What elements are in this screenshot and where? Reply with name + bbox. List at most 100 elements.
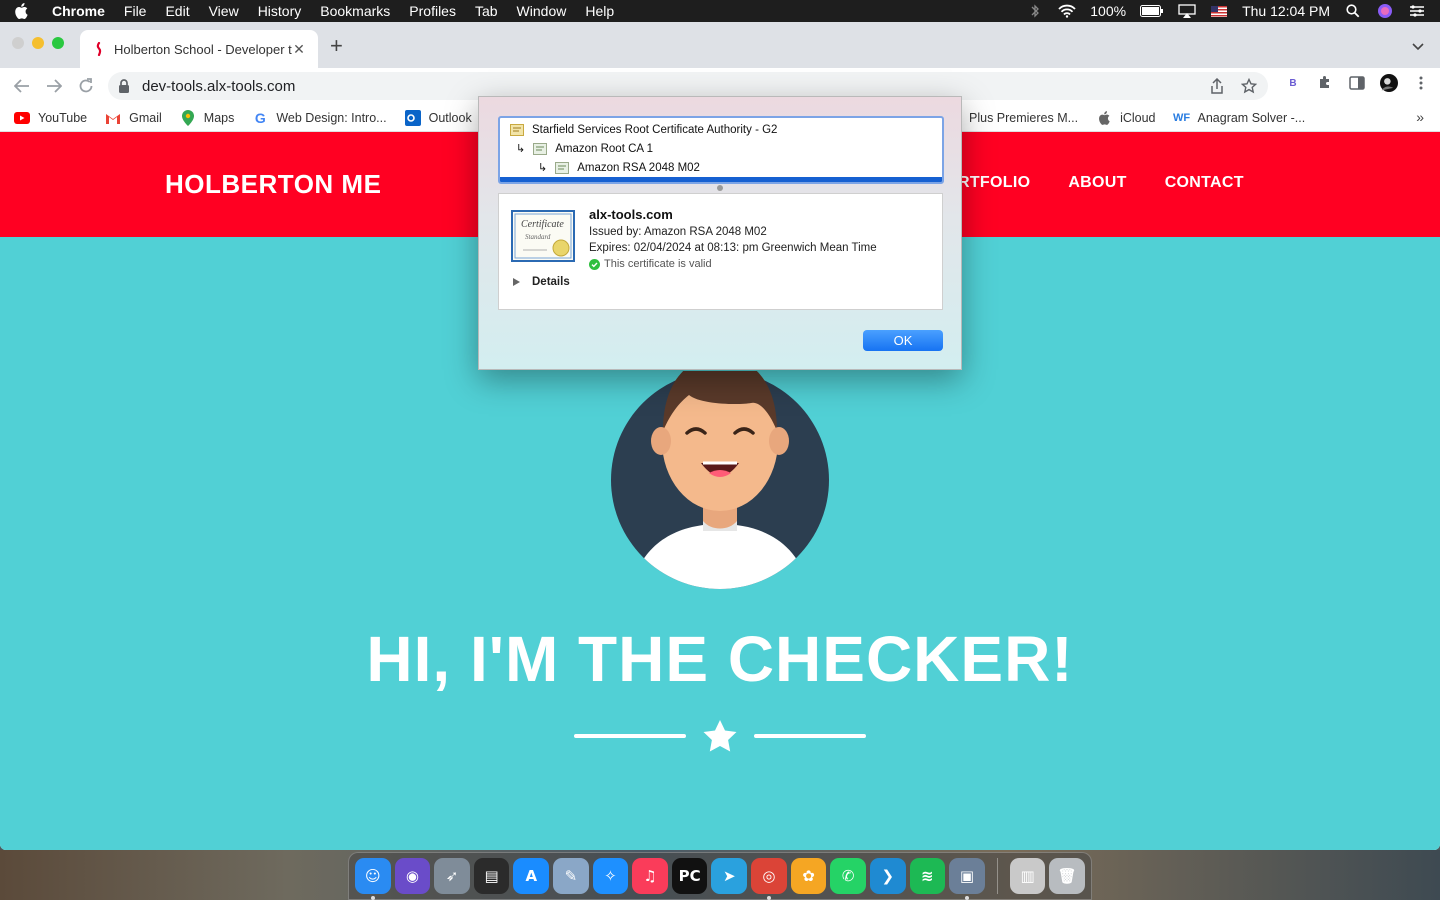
bookmark-youtube[interactable]: YouTube (14, 110, 87, 126)
telegram-icon[interactable]: ➤ (711, 858, 748, 894)
menu-bar: Chrome File Edit View History Bookmarks … (0, 0, 1440, 22)
share-icon[interactable] (1208, 77, 1226, 95)
spotlight-search-icon[interactable] (1344, 4, 1362, 18)
menu-bookmarks[interactable]: Bookmarks (320, 3, 390, 19)
chrome-icon[interactable]: ◎ (751, 858, 787, 900)
wifi-icon[interactable] (1058, 4, 1076, 18)
bookmark-maps[interactable]: Maps (180, 109, 235, 126)
apple-menu-icon[interactable] (14, 3, 30, 19)
chain-item-issuer[interactable]: ↳ Amazon RSA 2048 M02 (538, 158, 700, 177)
youtube-icon (14, 110, 30, 126)
ok-button[interactable]: OK (863, 330, 943, 351)
bookmark-label: Plus Premieres M... (969, 111, 1079, 125)
menu-history[interactable]: History (258, 3, 302, 19)
bookmark-outlook[interactable]: Outlook (404, 109, 472, 126)
clock[interactable]: Thu 12:04 PM (1242, 3, 1330, 19)
certificate-badge-title: Certificate (521, 219, 564, 230)
running-indicator (371, 896, 375, 900)
tab-strip: Holberton School - Developer t ✕ + (0, 22, 1440, 68)
menu-edit[interactable]: Edit (165, 3, 189, 19)
star-icon (702, 719, 738, 758)
nav-contact[interactable]: CONTACT (1165, 174, 1244, 192)
apple-icon (1096, 110, 1112, 126)
site-brand[interactable]: HOLBERTON ME (165, 169, 381, 200)
disclosure-triangle-icon[interactable] (513, 278, 520, 286)
lock-icon[interactable] (118, 79, 132, 93)
flag-us-icon[interactable] (1210, 4, 1228, 18)
siri-status-icon[interactable] (1376, 4, 1394, 18)
minimize-window-button[interactable] (32, 37, 44, 49)
certificate-icon (533, 142, 548, 155)
chrome-menu-icon[interactable] (1412, 74, 1430, 92)
app-store-icon[interactable]: A (513, 858, 550, 894)
launchpad-icon[interactable]: ➶ (434, 858, 470, 894)
close-tab-icon[interactable]: ✕ (292, 42, 306, 56)
back-button[interactable] (8, 72, 36, 100)
split-view-handle[interactable] (717, 185, 723, 191)
chain-item-intermediate[interactable]: ↳ Amazon Root CA 1 (516, 139, 653, 158)
side-panel-icon[interactable] (1348, 74, 1366, 92)
music-icon[interactable]: ♫ (632, 858, 668, 894)
menu-app-name[interactable]: Chrome (52, 3, 105, 19)
tab-active[interactable]: Holberton School - Developer t ✕ (80, 30, 318, 68)
menu-profiles[interactable]: Profiles (409, 3, 456, 19)
url-text[interactable]: dev-tools.alx-tools.com (142, 78, 1194, 95)
finder-icon[interactable]: ☺ (355, 858, 391, 900)
downloads-stack-icon[interactable]: ▥ (1009, 858, 1046, 894)
menu-file[interactable]: File (124, 3, 147, 19)
trash-icon[interactable]: 🗑 (1049, 858, 1085, 894)
zoom-window-button[interactable] (52, 37, 64, 49)
forward-button[interactable] (40, 72, 68, 100)
bookmark-gmail[interactable]: Gmail (105, 110, 162, 126)
hero-title: HI, I'M THE CHECKER! (366, 623, 1074, 695)
bitwarden-extension-icon[interactable]: B (1284, 74, 1302, 92)
wf-icon: WF (1172, 112, 1191, 124)
safari-icon[interactable]: ✧ (592, 858, 629, 894)
bookmarks-overflow-button[interactable]: » (1416, 109, 1424, 125)
bookmark-web-design[interactable]: G Web Design: Intro... (252, 110, 387, 126)
bookmark-anagram-solver[interactable]: WF Anagram Solver -... (1172, 110, 1306, 126)
extensions-puzzle-icon[interactable] (1316, 74, 1334, 92)
close-window-button[interactable] (12, 37, 24, 49)
photos-icon[interactable]: ✿ (790, 858, 827, 894)
reload-button[interactable] (72, 72, 100, 100)
new-tab-button[interactable]: + (330, 35, 343, 57)
chain-item-selected-leaf[interactable] (500, 177, 942, 182)
certificate-chain-list[interactable]: Starfield Services Root Certificate Auth… (498, 116, 944, 184)
bookmark-label: Anagram Solver -... (1197, 111, 1306, 125)
chain-label: Starfield Services Root Certificate Auth… (532, 123, 778, 136)
dock: ☺ ◉ ➶ ▤ A ✎ ✧ ♫ PC ➤ ◎ ✿ ✆ ❯ ≋ ▣ ▥ 🗑 (348, 852, 1092, 900)
menu-view[interactable]: View (209, 3, 239, 19)
bookmark-plus-premieres[interactable]: Plus Premieres M... (955, 110, 1078, 126)
spotify-icon[interactable]: ≋ (909, 858, 946, 894)
nav-about[interactable]: ABOUT (1068, 174, 1126, 192)
whatsapp-icon[interactable]: ✆ (830, 858, 866, 894)
details-label: Details (532, 276, 570, 288)
bluetooth-icon[interactable] (1026, 4, 1044, 18)
certificate-validity: This certificate is valid (589, 258, 712, 270)
bookmark-label: Maps (203, 110, 235, 125)
vscode-icon[interactable]: ❯ (869, 858, 906, 894)
chain-item-root[interactable]: Starfield Services Root Certificate Auth… (510, 120, 777, 139)
chain-arrow-icon: ↳ (516, 143, 526, 155)
extensions-area: B (1284, 74, 1430, 92)
menu-help[interactable]: Help (585, 3, 614, 19)
pycharm-icon[interactable]: PC (671, 858, 708, 894)
airplay-icon[interactable] (1178, 4, 1196, 18)
bookmark-star-icon[interactable] (1240, 77, 1258, 95)
siri-icon[interactable]: ◉ (394, 858, 431, 894)
tab-search-chevron-icon[interactable] (1412, 38, 1424, 56)
image-capture-icon[interactable]: ▣ (949, 858, 985, 900)
menu-tab[interactable]: Tab (475, 3, 498, 19)
bookmark-icloud[interactable]: iCloud (1096, 110, 1156, 126)
details-disclosure[interactable]: Details (513, 276, 570, 288)
control-center-icon[interactable] (1408, 4, 1426, 18)
preview-icon[interactable]: ✎ (553, 858, 589, 894)
valid-check-icon (589, 258, 600, 270)
battery-icon[interactable] (1140, 4, 1164, 18)
profile-avatar[interactable] (1380, 74, 1398, 92)
menu-window[interactable]: Window (517, 3, 567, 19)
nav-portfolio[interactable]: RTFOLIO (958, 174, 1030, 192)
activity-monitor-icon[interactable]: ▤ (473, 858, 510, 894)
maps-icon (180, 109, 196, 126)
